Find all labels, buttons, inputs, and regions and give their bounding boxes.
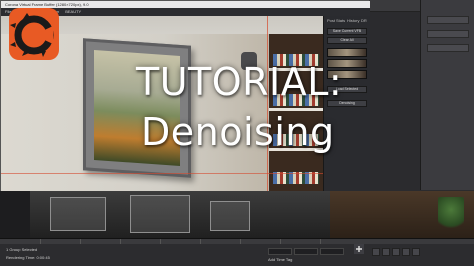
corona-logo-shape (10, 13, 54, 57)
viewport-scene (30, 191, 330, 238)
vfb-title-bar: Corona Virtual Frame Buffer (1280×720px)… (1, 1, 370, 8)
render-region-guide (1, 173, 323, 174)
max-viewport[interactable] (0, 191, 474, 238)
selection-status: 1 Group Selected (6, 247, 38, 252)
save-current-vfb-button[interactable]: Save Current VFB (327, 28, 367, 35)
vfb-side-panel: Post Stats History DR Save Current VFB C… (323, 16, 370, 192)
coord-x-field[interactable] (268, 248, 292, 255)
tab-post[interactable]: Post (327, 18, 335, 24)
coord-z-field[interactable] (320, 248, 344, 255)
max-settings-button[interactable] (427, 30, 469, 38)
max-save-button[interactable] (427, 44, 469, 52)
goto-start-button[interactable] (372, 248, 380, 256)
max-statusbar: 1 Group Selected Rendering Time: 0:00:45… (0, 244, 474, 266)
play-icon[interactable] (354, 244, 364, 254)
history-thumbnail[interactable] (327, 48, 367, 57)
viewport-plant (438, 197, 464, 233)
max-render-button[interactable] (427, 16, 469, 24)
prev-frame-button[interactable] (382, 248, 390, 256)
prompt-line: Rendering Time: 0:00:45 (6, 255, 50, 260)
viewport-object (130, 195, 190, 233)
play-button[interactable] (392, 248, 400, 256)
clear-all-button[interactable]: Clear All (327, 37, 367, 44)
tab-dr[interactable]: DR (361, 18, 367, 24)
max-right-panel (420, 0, 474, 190)
tutorial-subtitle: Denoising (141, 110, 335, 154)
menu-beauty[interactable]: BEAUTY (65, 8, 81, 16)
add-time-tag[interactable]: Add Time Tag (268, 257, 292, 263)
viewport-object (50, 197, 106, 231)
tutorial-title: TUTORIAL: (136, 60, 343, 104)
tab-history[interactable]: History (347, 18, 359, 24)
viewport-object (210, 201, 250, 231)
render-region-guide (267, 16, 268, 192)
corona-logo-icon (9, 8, 59, 60)
coord-y-field[interactable] (294, 248, 318, 255)
goto-end-button[interactable] (412, 248, 420, 256)
tab-stats[interactable]: Stats (336, 18, 345, 24)
next-frame-button[interactable] (402, 248, 410, 256)
